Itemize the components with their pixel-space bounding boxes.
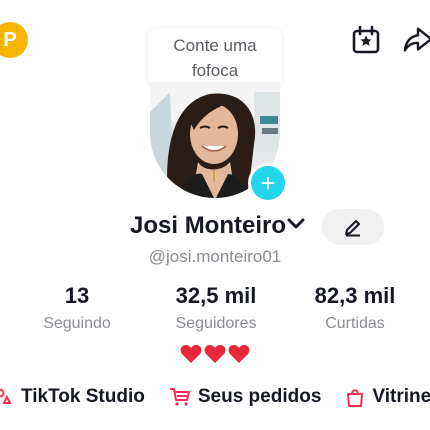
profile-links: TikTok Studio Seus pedidos Vitrine bbox=[0, 386, 430, 408]
share-icon[interactable] bbox=[402, 24, 430, 56]
profile-name: Josi Monteiro bbox=[130, 212, 287, 239]
note-bubble-text: Conte uma fofoca bbox=[173, 36, 257, 80]
stat-label: Curtidas bbox=[325, 315, 385, 332]
link-label: Vitrine bbox=[372, 386, 430, 407]
coin-badge[interactable]: P bbox=[0, 22, 28, 58]
stat-label: Seguindo bbox=[43, 315, 111, 332]
note-bubble[interactable]: Conte uma fofoca bbox=[148, 28, 282, 88]
tiktok-studio-link[interactable]: TikTok Studio bbox=[0, 386, 145, 408]
storefront-link[interactable]: Vitrine bbox=[345, 386, 430, 408]
chevron-down-icon[interactable] bbox=[287, 217, 305, 236]
stat-likes[interactable]: 82,3 mil Curtidas bbox=[285, 283, 425, 333]
profile-handle: @josi.monteiro01 bbox=[148, 247, 282, 266]
orders-link[interactable]: Seus pedidos bbox=[169, 386, 322, 408]
edit-profile-button[interactable] bbox=[322, 209, 384, 245]
add-story-button[interactable]: + bbox=[248, 163, 288, 203]
shopping-bag-icon bbox=[345, 387, 365, 407]
bio: ❤❤❤ bbox=[0, 343, 430, 365]
stat-followers[interactable]: 32,5 mil Seguidores bbox=[146, 283, 286, 333]
link-label: TikTok Studio bbox=[21, 386, 145, 407]
cart-icon bbox=[169, 387, 191, 407]
stat-label: Seguidores bbox=[175, 315, 257, 332]
studio-icon bbox=[0, 387, 14, 407]
calendar-star-icon[interactable] bbox=[350, 24, 382, 56]
stat-following[interactable]: 13 Seguindo bbox=[7, 283, 147, 333]
stat-value: 82,3 mil bbox=[314, 283, 396, 308]
link-label: Seus pedidos bbox=[197, 386, 322, 407]
stat-value: 32,5 mil bbox=[175, 283, 257, 308]
stat-value: 13 bbox=[64, 283, 90, 308]
hearts-icon bbox=[180, 345, 250, 363]
pencil-icon bbox=[345, 220, 360, 237]
